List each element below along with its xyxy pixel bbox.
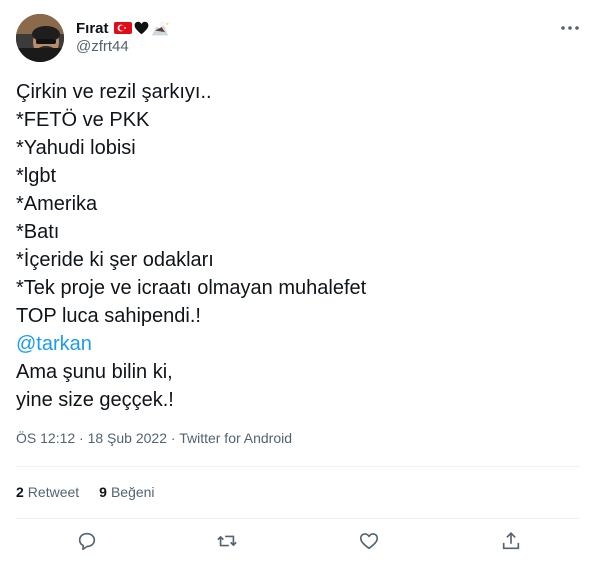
tweet-stats: 2 Retweet 9 Beğeni — [16, 484, 175, 500]
divider — [16, 518, 580, 519]
reply-button[interactable] — [76, 530, 98, 552]
likes-label: Beğeni — [110, 484, 155, 500]
tweet-timestamp[interactable]: ÖS 12:12 · 18 Şub 2022 · Twitter for And… — [16, 430, 292, 446]
mention-link[interactable]: @tarkan — [16, 330, 576, 358]
share-button[interactable] — [500, 530, 522, 552]
tweet-line: Çirkin ve rezil şarkıyı.. — [16, 81, 212, 103]
tweet-line: *Tek proje ve icraatı olmayan muhalefet — [16, 277, 367, 299]
likes-count: 9 — [99, 484, 107, 500]
heart-icon — [359, 533, 379, 550]
like-button[interactable] — [358, 530, 380, 552]
share-icon — [502, 532, 520, 550]
retweets-stat[interactable]: 2 Retweet — [16, 484, 79, 500]
retweets-label: Retweet — [27, 484, 80, 500]
tweet-card: Fırat @zfrt44 Çirkin ve rezil şarkıyı.. … — [0, 0, 589, 574]
tweet-line: TOP luca sahipendi.! — [16, 305, 201, 327]
tweet-line: yine size geççek.! — [16, 389, 174, 411]
tweet-line: *Amerika — [16, 193, 98, 215]
tweet-line: *lgbt — [16, 165, 57, 187]
tweet-line: Ama şunu bilin ki, — [16, 361, 173, 383]
author-handle[interactable]: @zfrt44 — [76, 38, 129, 55]
more-options-button[interactable] — [558, 18, 582, 38]
tweet-text: Çirkin ve rezil şarkıyı.. *FETÖ ve PKK *… — [16, 78, 576, 414]
more-dots-icon — [561, 26, 579, 30]
tweet-line: *İçeride ki şer odakları — [16, 249, 214, 271]
divider — [16, 466, 580, 467]
tweet-line: *FETÖ ve PKK — [16, 109, 150, 131]
retweets-count: 2 — [16, 484, 24, 500]
avatar[interactable] — [16, 14, 64, 62]
author-display-name[interactable]: Fırat — [76, 20, 109, 37]
flag-turkey-icon — [113, 22, 132, 34]
tweet-actions — [16, 530, 580, 554]
avatar-image — [16, 14, 64, 62]
author-name-row[interactable]: Fırat — [76, 18, 170, 38]
reply-icon — [78, 532, 96, 551]
retweet-icon — [217, 535, 237, 547]
eagle-icon — [151, 21, 169, 36]
tweet-line: *Batı — [16, 221, 60, 243]
retweet-button[interactable] — [216, 530, 238, 552]
tweet-line: *Yahudi lobisi — [16, 137, 136, 159]
likes-stat[interactable]: 9 Beğeni — [99, 484, 154, 500]
black-heart-icon — [134, 21, 148, 35]
